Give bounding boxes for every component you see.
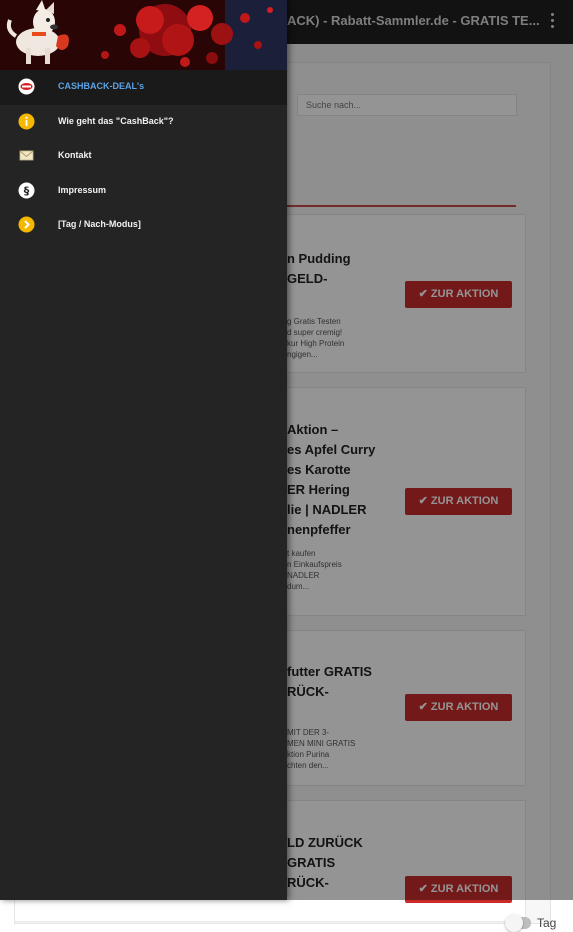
drawer-item-label: Impressum	[58, 184, 107, 195]
drawer-item-impressum[interactable]: § Impressum	[0, 174, 287, 209]
drawer-header-image	[0, 0, 287, 70]
paragraph-icon: §	[18, 182, 35, 199]
toggle-label: Tag	[537, 916, 557, 930]
drawer-item-cashback-deals[interactable]: CASHBACK-DEAL's	[0, 70, 287, 105]
cashback-logo-icon	[18, 78, 35, 95]
mail-icon	[18, 147, 35, 164]
drawer-item-label: [Tag / Nach-Modus]	[58, 219, 141, 229]
svg-text:§: §	[24, 184, 30, 197]
drawer-menu: CASHBACK-DEAL's Wie geht das "CashBack"?…	[0, 70, 287, 243]
navigation-drawer: CASHBACK-DEAL's Wie geht das "CashBack"?…	[0, 0, 287, 900]
header-artwork	[0, 0, 287, 70]
drawer-item-kontakt[interactable]: Kontakt	[0, 139, 287, 174]
drawer-item-label: Kontakt	[58, 150, 92, 160]
info-icon	[18, 113, 35, 130]
drawer-item-day-night-mode[interactable]: [Tag / Nach-Modus]	[0, 208, 287, 243]
mode-switch-icon	[18, 216, 35, 233]
drawer-item-label: CASHBACK-DEAL's	[58, 81, 145, 91]
drawer-item-how-cashback[interactable]: Wie geht das "CashBack"?	[0, 105, 287, 140]
toggle-knob[interactable]	[505, 914, 523, 932]
drawer-item-label: Wie geht das "CashBack"?	[58, 115, 174, 126]
